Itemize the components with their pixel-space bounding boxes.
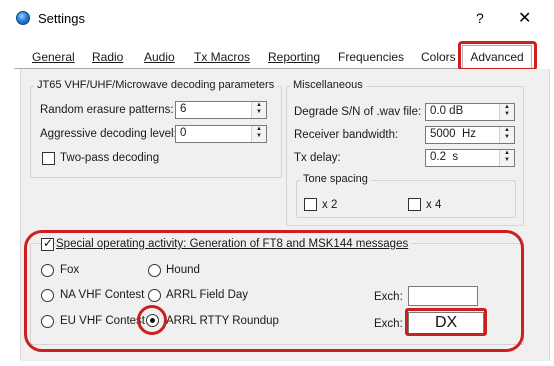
two-pass-label: Two-pass decoding xyxy=(60,152,160,164)
spin-arrows-icon[interactable]: ▲ ▼ xyxy=(499,127,514,143)
bandwidth-value: 5000 Hz xyxy=(430,128,477,140)
tab-radio[interactable]: Radio xyxy=(92,48,123,66)
tab-audio[interactable]: Audio xyxy=(144,48,175,66)
exch-dx-highlight xyxy=(405,308,487,336)
random-erasure-spinbox[interactable]: 6 ▲ ▼ xyxy=(175,101,267,119)
tone-spacing-title: Tone spacing xyxy=(300,173,371,185)
bandwidth-label: Receiver bandwidth: xyxy=(294,129,399,141)
spin-arrows-icon[interactable]: ▲ ▼ xyxy=(251,126,266,142)
degrade-value: 0.0 dB xyxy=(430,105,464,117)
spin-arrows-icon[interactable]: ▲ ▼ xyxy=(251,102,266,118)
random-erasure-label: Random erasure patterns: xyxy=(40,104,174,116)
tab-frequencies[interactable]: Frequencies xyxy=(338,48,404,66)
misc-group-title: Miscellaneous xyxy=(290,79,366,91)
advanced-tab-highlight xyxy=(458,41,537,71)
rtty-radio-highlight xyxy=(137,305,167,335)
degrade-label: Degrade S/N of .wav file: xyxy=(294,106,422,118)
tab-tx-macros[interactable]: Tx Macros xyxy=(194,48,250,66)
tab-colors[interactable]: Colors xyxy=(421,48,456,66)
bandwidth-spinbox[interactable]: 5000 Hz ▲ ▼ xyxy=(425,126,515,144)
degrade-spinbox[interactable]: 0.0 dB ▲ ▼ xyxy=(425,103,515,121)
close-button[interactable]: ✕ xyxy=(518,8,531,28)
txdelay-label: Tx delay: xyxy=(294,152,341,164)
tab-general[interactable]: General xyxy=(32,48,75,66)
app-icon xyxy=(16,11,30,25)
tone-x2-checkbox[interactable] xyxy=(304,198,317,211)
tab-reporting[interactable]: Reporting xyxy=(268,48,320,66)
tone-x4-label: x 4 xyxy=(426,199,442,211)
two-pass-checkbox[interactable] xyxy=(42,152,55,165)
aggressive-value: 0 xyxy=(180,127,187,139)
aggressive-label: Aggressive decoding level: xyxy=(40,128,177,140)
spin-arrows-icon[interactable]: ▲ ▼ xyxy=(499,150,514,166)
help-button[interactable]: ? xyxy=(476,10,484,26)
tone-x4-checkbox[interactable] xyxy=(408,198,421,211)
aggressive-spinbox[interactable]: 0 ▲ ▼ xyxy=(175,125,267,143)
random-erasure-value: 6 xyxy=(180,103,187,115)
txdelay-value: 0.2 s xyxy=(430,151,459,163)
tone-x2-label: x 2 xyxy=(322,199,338,211)
jt65-group-title: JT65 VHF/UHF/Microwave decoding paramete… xyxy=(34,79,278,91)
spin-arrows-icon[interactable]: ▲ ▼ xyxy=(499,104,514,120)
window-title: Settings xyxy=(38,11,85,26)
txdelay-spinbox[interactable]: 0.2 s ▲ ▼ xyxy=(425,149,515,167)
